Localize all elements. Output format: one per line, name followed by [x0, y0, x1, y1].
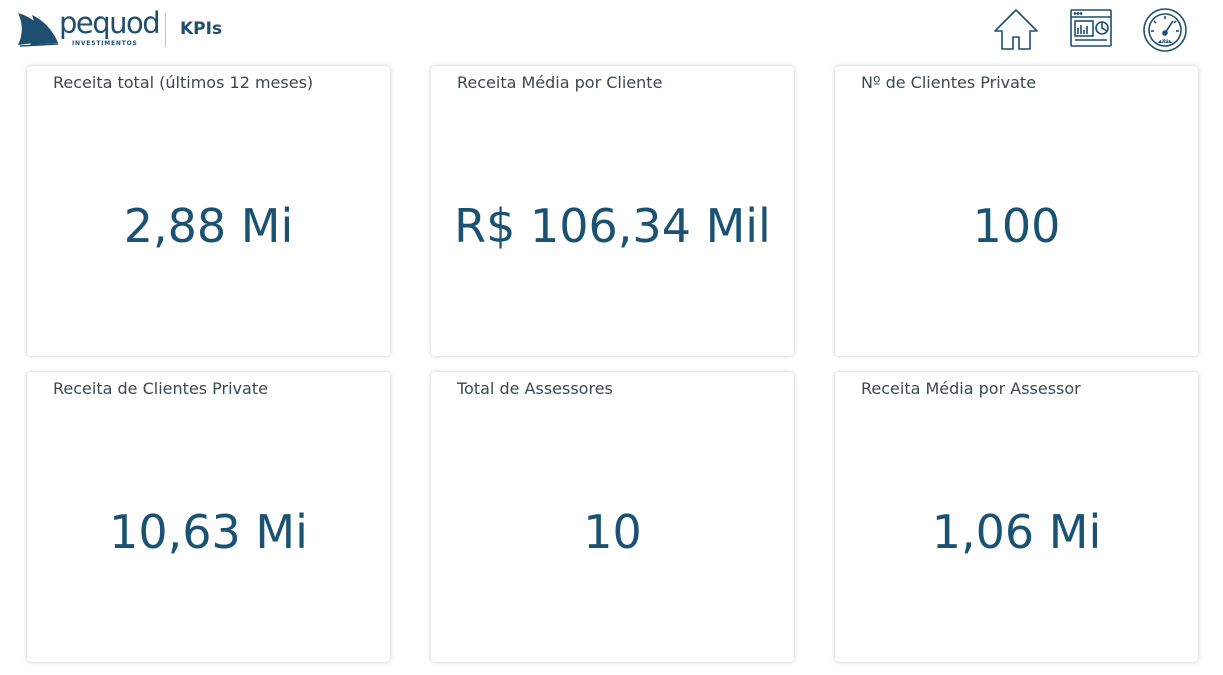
home-icon [994, 9, 1038, 50]
kpi-card-avg-revenue-per-client[interactable]: Receita Média por Cliente R$ 106,34 Mil [431, 66, 794, 356]
sail-logo-icon [18, 13, 59, 47]
kpi-card-title: Receita de Clientes Private [53, 379, 268, 398]
kpi-nav-button[interactable]: KPI [1141, 6, 1189, 54]
kpi-card-value: 2,88 Mi [123, 199, 294, 253]
kpi-card-title: Total de Assessores [457, 379, 613, 398]
home-nav-button[interactable] [992, 6, 1040, 54]
header: pequod INVESTIMENTOS KPIs KPI [0, 0, 1223, 62]
dashboard-nav-button[interactable] [1067, 6, 1115, 54]
kpi-card-total-advisors[interactable]: Total de Assessores 10 [431, 372, 794, 662]
kpi-card-total-revenue[interactable]: Receita total (últimos 12 meses) 2,88 Mi [27, 66, 390, 356]
kpi-card-title: Receita Média por Cliente [457, 73, 663, 92]
kpi-card-private-clients-revenue[interactable]: Receita de Clientes Private 10,63 Mi [27, 372, 390, 662]
kpi-card-value: R$ 106,34 Mil [454, 199, 771, 253]
kpi-card-value: 10,63 Mi [109, 505, 308, 559]
logo-wordmark: pequod [59, 6, 161, 40]
kpi-card-value: 1,06 Mi [931, 505, 1102, 559]
dashboard-report-icon [1070, 9, 1112, 47]
kpi-gauge-icon: KPI [1143, 8, 1187, 52]
page-title: KPIs [180, 19, 223, 39]
pequod-logo[interactable]: pequod INVESTIMENTOS [16, 6, 161, 50]
kpi-card-value: 10 [583, 505, 642, 559]
kpi-card-title: Receita total (últimos 12 meses) [53, 73, 314, 92]
logo-subtext: INVESTIMENTOS [72, 40, 138, 47]
kpi-card-private-clients-count[interactable]: Nº de Clientes Private 100 [835, 66, 1198, 356]
svg-text:KPI: KPI [1161, 39, 1170, 45]
kpi-card-title: Nº de Clientes Private [861, 73, 1037, 92]
kpi-card-title: Receita Média por Assessor [861, 379, 1081, 398]
kpi-card-avg-revenue-per-advisor[interactable]: Receita Média por Assessor 1,06 Mi [835, 372, 1198, 662]
kpi-card-value: 100 [972, 199, 1061, 253]
header-divider [165, 13, 166, 47]
